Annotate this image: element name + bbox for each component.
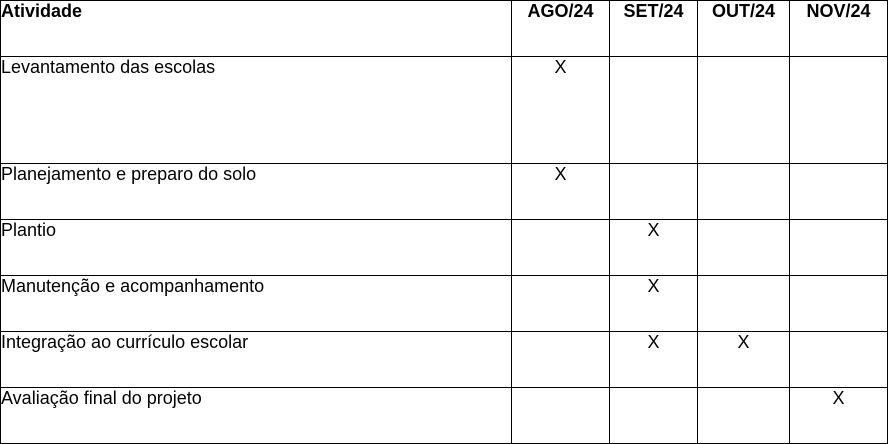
schedule-table: Atividade AGO/24 SET/24 OUT/24 NOV/24 Le… [0,0,888,444]
mark-cell-out: X [697,331,790,388]
mark-cell-out [697,275,790,332]
mark-cell-out [697,219,790,276]
mark-cell-set: X [609,219,698,276]
mark-cell-nov: X [789,387,888,444]
header-month-nov: NOV/24 [789,0,888,57]
table-row: Manutenção e acompanhamento X [0,275,888,332]
table-row: Avaliação final do projeto X [0,387,888,444]
mark-cell-out [697,163,790,220]
header-row: Atividade AGO/24 SET/24 OUT/24 NOV/24 [0,0,888,57]
mark-cell-nov [789,219,888,276]
header-month-out: OUT/24 [697,0,790,57]
mark-cell-ago [511,275,610,332]
table-row: Planejamento e preparo do solo X [0,163,888,220]
mark-cell-set [609,387,698,444]
mark-cell-ago [511,331,610,388]
activity-cell: Avaliação final do projeto [0,387,512,444]
header-activity: Atividade [0,0,512,57]
table-row: Plantio X [0,219,888,276]
mark-cell-set [609,56,698,164]
activity-cell: Plantio [0,219,512,276]
mark-cell-nov [789,331,888,388]
activity-cell: Manutenção e acompanhamento [0,275,512,332]
mark-cell-ago [511,219,610,276]
mark-cell-set [609,163,698,220]
activity-cell: Levantamento das escolas [0,56,512,164]
mark-cell-nov [789,56,888,164]
mark-cell-out [697,56,790,164]
table-row: Integração ao currículo escolar X X [0,331,888,388]
mark-cell-ago: X [511,56,610,164]
mark-cell-out [697,387,790,444]
activity-cell: Integração ao currículo escolar [0,331,512,388]
activity-cell: Planejamento e preparo do solo [0,163,512,220]
header-month-ago: AGO/24 [511,0,610,57]
mark-cell-nov [789,275,888,332]
mark-cell-set: X [609,331,698,388]
mark-cell-set: X [609,275,698,332]
mark-cell-ago: X [511,163,610,220]
table-row: Levantamento das escolas X [0,56,888,164]
header-month-set: SET/24 [609,0,698,57]
mark-cell-ago [511,387,610,444]
mark-cell-nov [789,163,888,220]
